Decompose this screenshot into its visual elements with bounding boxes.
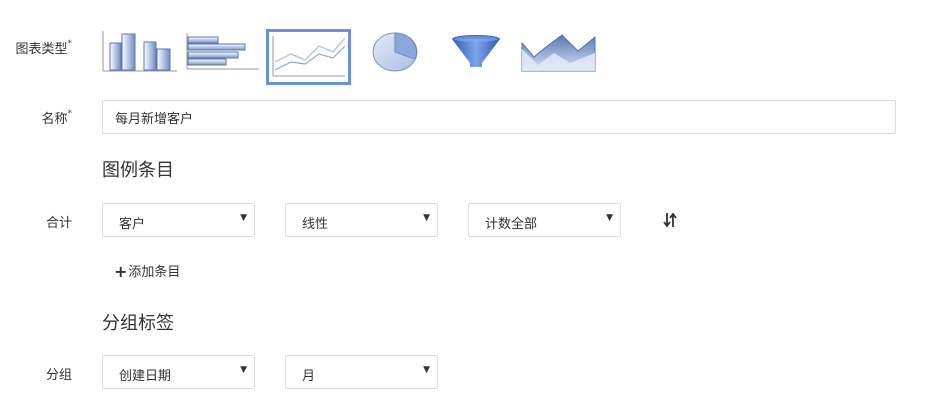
chevron-down-icon: ▼: [423, 213, 430, 223]
area-chart-icon: [521, 34, 596, 72]
bar-chart-icon: [186, 33, 259, 70]
chart-type-bar[interactable]: [184, 31, 260, 73]
style-select-value: 线性: [302, 217, 329, 232]
line-chart-icon: [272, 36, 346, 77]
chart-type-funnel[interactable]: [448, 31, 504, 73]
group-field-select[interactable]: 创建日期 ▼: [102, 355, 255, 389]
add-item-label: 添加条目: [128, 265, 181, 280]
chart-type-line[interactable]: [266, 29, 351, 85]
chevron-down-icon: ▼: [423, 365, 430, 375]
add-item-button[interactable]: +添加条目: [114, 261, 181, 281]
legend-section-title: 图例条目: [102, 160, 174, 181]
pie-chart-icon: [372, 32, 418, 72]
chart-type-area[interactable]: [520, 31, 598, 73]
group-section-title: 分组标签: [102, 313, 174, 334]
sort-icon: [663, 212, 677, 228]
chevron-down-icon: ▼: [606, 213, 613, 223]
column-chart-icon: [102, 31, 177, 72]
chevron-down-icon: ▼: [240, 365, 247, 375]
sort-button[interactable]: [663, 212, 677, 232]
name-input[interactable]: [102, 100, 896, 134]
plus-icon: +: [114, 262, 128, 281]
chevron-down-icon: ▼: [240, 213, 247, 223]
chart-type-label: 图表类型*: [15, 38, 72, 57]
chart-type-column[interactable]: [102, 31, 178, 73]
group-label: 分组: [45, 368, 72, 383]
aggregate-select-value: 计数全部: [485, 217, 538, 232]
group-period-select[interactable]: 月 ▼: [285, 355, 438, 389]
style-select[interactable]: 线性 ▼: [285, 203, 438, 237]
object-select[interactable]: 客户 ▼: [102, 203, 255, 237]
total-label: 合计: [45, 216, 72, 231]
chart-type-pie[interactable]: [370, 31, 422, 73]
object-select-value: 客户: [119, 217, 146, 232]
group-field-select-value: 创建日期: [119, 369, 172, 384]
name-label: 名称*: [41, 108, 72, 127]
group-period-select-value: 月: [302, 369, 316, 384]
aggregate-select[interactable]: 计数全部 ▼: [468, 203, 621, 237]
funnel-chart-icon: [452, 35, 500, 67]
